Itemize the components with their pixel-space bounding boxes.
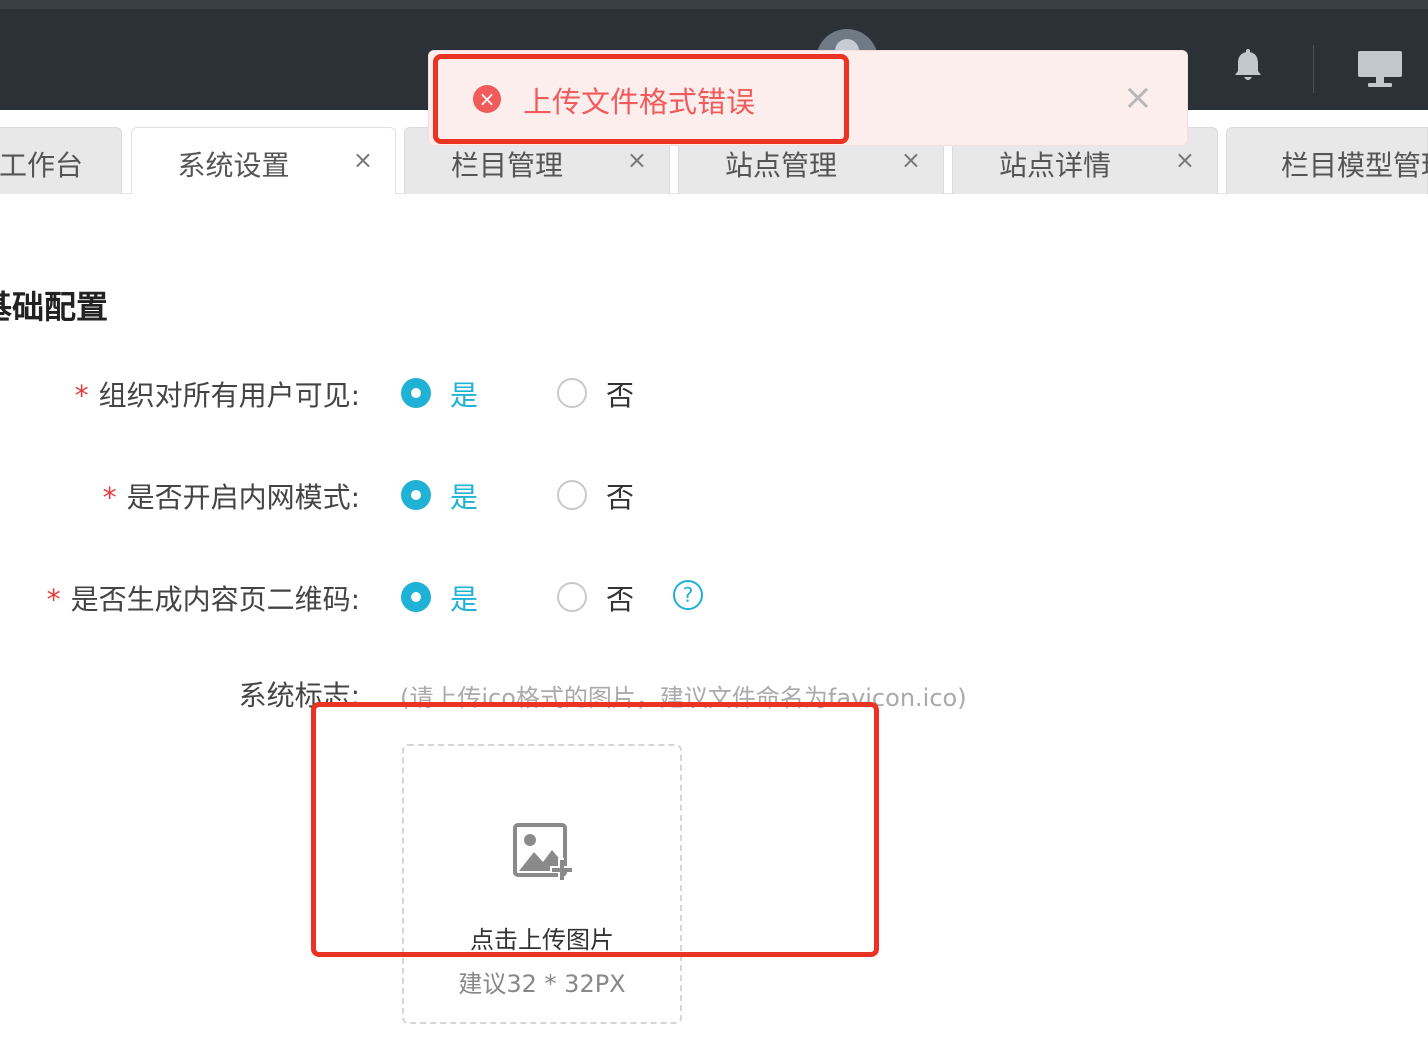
help-icon[interactable]: ? (673, 580, 703, 610)
radio-yes[interactable] (401, 378, 431, 408)
required-mark: * (46, 583, 61, 616)
radio-yes-label[interactable]: 是 (450, 578, 478, 618)
tab-workbench[interactable]: 工作台 (0, 127, 122, 194)
radio-no[interactable] (557, 582, 587, 612)
toast-message: 上传文件格式错误 (523, 85, 756, 119)
upload-text: 点击上传图片 (470, 926, 614, 954)
upload-hint: (请上传ico格式的图片，建议文件命名为favicon.ico) (400, 684, 967, 712)
field-label: * 是否开启内网模式: (102, 481, 360, 514)
radio-no-label[interactable]: 否 (606, 578, 634, 618)
radio-yes[interactable] (401, 480, 431, 510)
close-icon[interactable]: × (353, 146, 373, 174)
upload-size-hint: 建议32 * 32PX (458, 970, 626, 998)
required-mark: * (102, 481, 117, 514)
radio-yes[interactable] (401, 582, 431, 612)
field-label: * 组织对所有用户可见: (74, 379, 360, 412)
form-row-org-visible: * 组织对所有用户可见: 是 否 (0, 374, 1000, 414)
tab-label: 栏目管理 (450, 149, 563, 182)
form-row-qrcode: * 是否生成内容页二维码: 是 否 ? (0, 578, 1000, 618)
required-mark: * (74, 379, 89, 412)
tab-label: 工作台 (0, 149, 83, 182)
tab-label: 系统设置 (177, 149, 290, 182)
radio-no[interactable] (557, 480, 587, 510)
error-toast: × 上传文件格式错误 × (428, 50, 1188, 146)
radio-yes-label[interactable]: 是 (450, 374, 478, 414)
bell-icon[interactable] (1232, 49, 1264, 85)
tab-label: 栏目模型管理 (1281, 149, 1428, 182)
tab-column-model-management[interactable]: 栏目模型管理 (1226, 127, 1428, 194)
tab-label: 站点管理 (724, 149, 837, 182)
field-label: * 是否生成内容页二维码: (46, 583, 360, 616)
radio-no[interactable] (557, 378, 587, 408)
image-add-icon (513, 823, 574, 882)
form-row-intranet-mode: * 是否开启内网模式: 是 否 (0, 476, 1000, 516)
image-upload-area[interactable]: 点击上传图片 建议32 * 32PX (402, 744, 682, 1024)
radio-no-label[interactable]: 否 (606, 476, 634, 516)
close-icon[interactable]: × (627, 146, 647, 174)
radio-yes-label[interactable]: 是 (450, 476, 478, 516)
tab-label: 站点详情 (998, 149, 1111, 182)
tab-system-settings[interactable]: 系统设置 × (131, 127, 396, 194)
close-icon[interactable]: × (1175, 146, 1195, 174)
close-icon[interactable]: × (901, 146, 921, 174)
section-title: 基础配置 (0, 288, 109, 326)
radio-no-label[interactable]: 否 (606, 374, 634, 414)
monitor-icon[interactable] (1356, 49, 1404, 89)
header-divider (1313, 45, 1314, 93)
error-circle-icon: × (473, 85, 501, 113)
close-icon[interactable]: × (1123, 77, 1153, 118)
field-label: 系统标志: (238, 679, 360, 712)
